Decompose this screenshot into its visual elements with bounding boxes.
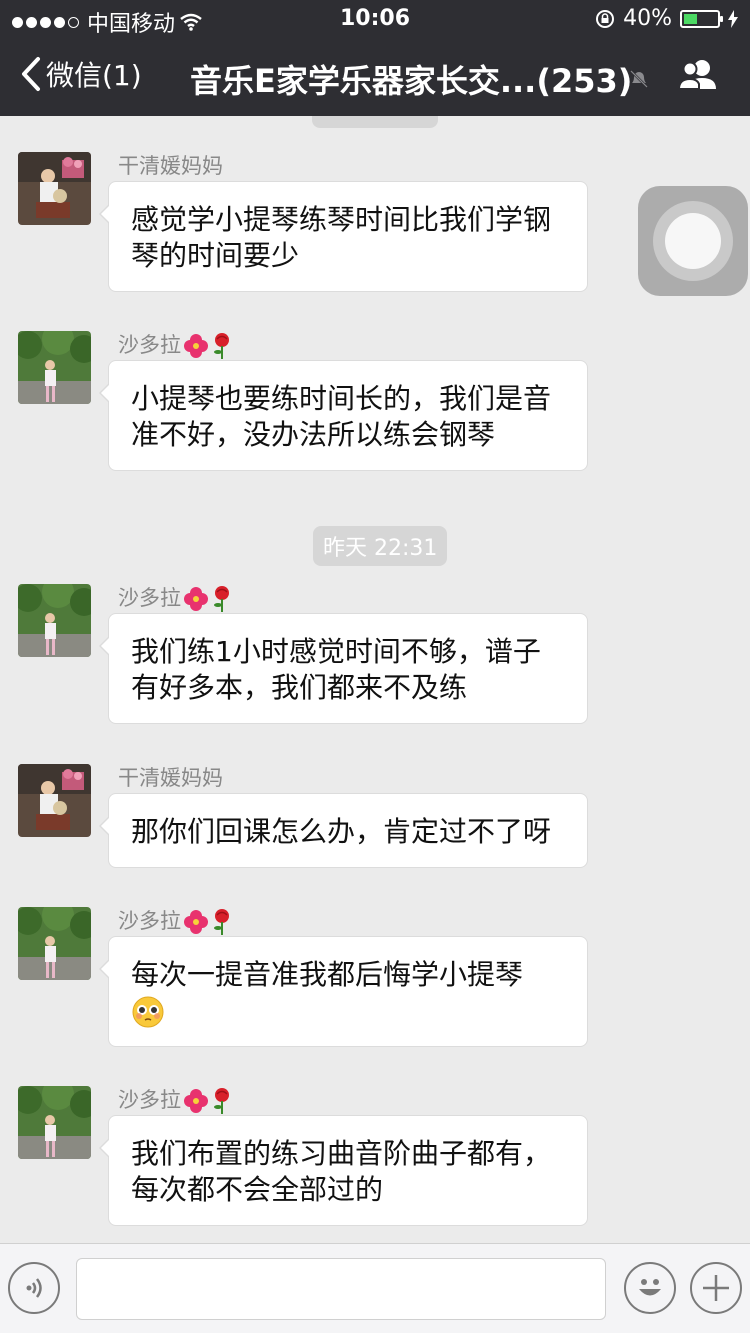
emoji-button[interactable] xyxy=(624,1262,676,1314)
chevron-left-icon xyxy=(22,57,40,91)
message-bubble[interactable]: 感觉学小提琴练琴时间比我们学钢琴的时间要少 xyxy=(99,181,588,292)
more-button[interactable] xyxy=(690,1262,742,1314)
sender-name-row: 沙多拉 xyxy=(118,905,233,936)
message-text: 每次一提音准我都后悔学小提琴 xyxy=(131,958,524,991)
group-people-icon xyxy=(677,60,716,90)
battery-icon xyxy=(680,9,723,28)
hibiscus-icon xyxy=(184,334,208,358)
back-label: 微信(1) xyxy=(46,59,142,92)
input-bar xyxy=(0,1243,750,1333)
sender-name: 沙多拉 xyxy=(118,586,181,610)
sender-name: 沙多拉 xyxy=(118,1088,181,1112)
status-bar: 中国移动 10:06 40% xyxy=(0,0,750,38)
sender-name-row: 沙多拉 xyxy=(118,582,233,613)
avatar[interactable] xyxy=(18,331,91,404)
charging-icon xyxy=(728,9,738,28)
status-right: 40% xyxy=(595,6,738,31)
sender-name-row: 沙多拉 xyxy=(118,1084,233,1115)
rotation-lock-icon xyxy=(596,9,615,28)
group-info-button[interactable] xyxy=(677,58,720,94)
message-bubble[interactable]: 我们练1小时感觉时间不够，谱子有好多本，我们都来不及练 xyxy=(99,613,588,724)
voice-wave-icon xyxy=(26,1278,42,1298)
avatar[interactable] xyxy=(18,764,91,837)
message-input[interactable] xyxy=(76,1258,606,1320)
rose-icon xyxy=(214,333,229,359)
hibiscus-icon xyxy=(184,910,208,934)
avatar[interactable] xyxy=(18,907,91,980)
sender-name: 沙多拉 xyxy=(118,333,181,357)
smiley-icon xyxy=(639,1279,661,1296)
rose-icon xyxy=(214,586,229,612)
hibiscus-icon xyxy=(184,587,208,611)
back-button[interactable]: 微信(1) xyxy=(20,54,142,94)
nav-bar: 微信(1) 音乐E家学乐器家长交...(253) xyxy=(0,40,750,116)
timestamp-chip: 昨天 22:31 xyxy=(313,526,448,566)
message-bubble[interactable]: 那你们回课怎么办，肯定过不了呀 xyxy=(99,793,588,868)
message-bubble[interactable]: 每次一提音准我都后悔学小提琴 xyxy=(99,936,588,1047)
top-bar: 中国移动 10:06 40% 微信(1) 音乐E家学乐器家长交...(253) xyxy=(0,0,750,116)
mute-icon xyxy=(630,70,648,88)
rose-icon xyxy=(214,909,229,935)
avatar[interactable] xyxy=(18,1086,91,1159)
message-bubble[interactable]: 小提琴也要练时间长的，我们是音准不好，没办法所以练会钢琴 xyxy=(99,360,588,471)
plus-icon xyxy=(703,1275,729,1301)
hibiscus-icon xyxy=(184,1089,208,1113)
sender-name: 干清媛妈妈 xyxy=(118,766,223,790)
message-bubble[interactable]: 我们布置的练习曲音阶曲子都有，每次都不会全部过的 xyxy=(99,1115,588,1226)
sender-name: 干清媛妈妈 xyxy=(118,154,223,178)
rose-icon xyxy=(214,1088,229,1114)
assistive-touch-button[interactable] xyxy=(638,186,748,296)
page-title: 音乐E家学乐器家长交...(253) xyxy=(190,62,633,100)
avatar[interactable] xyxy=(18,584,91,657)
battery-percent: 40% xyxy=(623,6,672,31)
pleading-face-emoji-icon xyxy=(132,996,164,1028)
avatar[interactable] xyxy=(18,152,91,225)
sender-name: 沙多拉 xyxy=(118,909,181,933)
sender-name-row: 沙多拉 xyxy=(118,329,233,360)
voice-button[interactable] xyxy=(8,1262,60,1314)
